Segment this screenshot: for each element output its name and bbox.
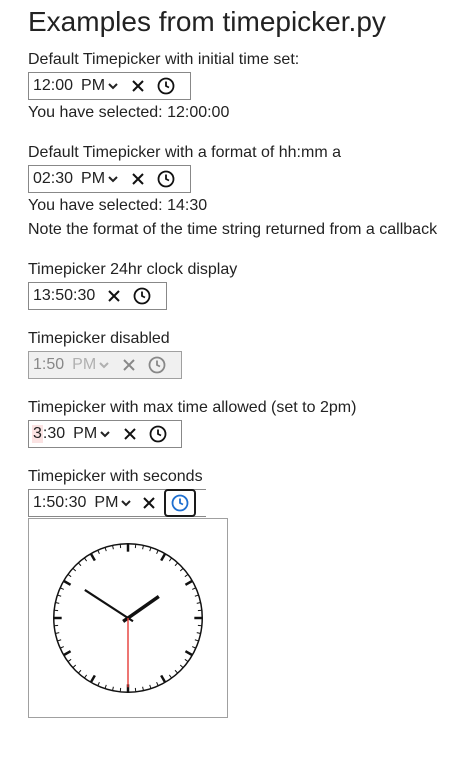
- ampm-value: PM: [81, 170, 106, 187]
- clock-button[interactable]: [153, 74, 179, 98]
- clock-icon: [133, 287, 151, 305]
- hour-segment[interactable]: 12: [33, 77, 51, 95]
- clear-button[interactable]: [125, 74, 151, 98]
- minute-tick: [55, 632, 60, 634]
- hour-segment[interactable]: 1: [33, 494, 42, 512]
- example-label-max-time: Timepicker with max time allowed (set to…: [28, 399, 357, 416]
- ampm-select[interactable]: PM: [81, 77, 119, 95]
- selected-value-text: You have selected: 12:00:00: [28, 104, 230, 121]
- format-note-text: Note the format of the time string retur…: [28, 221, 438, 238]
- page-title: Examples from timepicker.py: [28, 6, 386, 37]
- clock-icon: [157, 170, 175, 188]
- second-segment[interactable]: 30: [69, 494, 87, 512]
- minute-segment[interactable]: 30: [55, 170, 73, 188]
- timepicker-seconds[interactable]: 1 : 50 : 30 PM: [28, 489, 206, 517]
- ampm-value: PM: [81, 77, 106, 94]
- timepicker-initial-time[interactable]: 12 : 00 PM: [28, 72, 191, 100]
- second-segment[interactable]: 30: [78, 287, 96, 305]
- minute-tick: [55, 602, 60, 604]
- chevron-down-icon: [99, 362, 109, 369]
- minute-tick: [196, 632, 201, 634]
- example-label-initial-time: Default Timepicker with initial time set…: [28, 51, 300, 68]
- hour-segment[interactable]: 3: [32, 425, 43, 443]
- chevron-down-icon: [108, 176, 118, 183]
- hour-segment: 1: [33, 356, 42, 373]
- clock-icon: [172, 494, 189, 512]
- hour-segment[interactable]: 02: [33, 170, 51, 188]
- close-icon: [123, 359, 135, 371]
- analog-clock: [53, 543, 203, 693]
- clear-button[interactable]: [125, 167, 151, 191]
- timepicker-max-time[interactable]: 3 : 30 PM: [28, 420, 182, 448]
- ampm-select[interactable]: PM: [94, 494, 132, 512]
- clock-icon: [148, 356, 166, 374]
- clock-button[interactable]: [145, 422, 171, 446]
- chevron-down-icon: [108, 83, 118, 90]
- ampm-value: PM: [72, 356, 97, 373]
- clear-button[interactable]: [101, 284, 127, 308]
- ampm-value: PM: [94, 494, 119, 511]
- clock-button[interactable]: [153, 167, 179, 191]
- close-icon: [132, 173, 144, 185]
- close-icon: [124, 428, 136, 440]
- minute-segment[interactable]: 30: [47, 425, 65, 443]
- minute-segment: 50: [46, 356, 65, 373]
- minute-tick: [112, 545, 114, 550]
- clock-button: [144, 353, 170, 377]
- clock-button-active[interactable]: [164, 489, 197, 517]
- minute-tick: [196, 602, 201, 604]
- minute-tick: [142, 686, 144, 691]
- clear-button: [116, 353, 142, 377]
- hour-segment[interactable]: 13: [33, 287, 51, 305]
- close-icon: [143, 497, 156, 509]
- timepicker-format-hhmm[interactable]: 02 : 30 PM: [28, 165, 191, 193]
- ampm-value: PM: [73, 425, 98, 442]
- ampm-select[interactable]: PM: [73, 425, 111, 443]
- minute-tick: [142, 545, 144, 550]
- minute-segment[interactable]: 00: [55, 77, 73, 95]
- ampm-select: PM: [72, 356, 110, 374]
- analog-clock-panel: [28, 518, 228, 718]
- clock-icon: [157, 77, 175, 95]
- example-label-24hr: Timepicker 24hr clock display: [28, 261, 238, 278]
- minute-segment[interactable]: 50: [55, 287, 73, 305]
- timepicker-24hr[interactable]: 13 : 50 : 30: [28, 282, 167, 310]
- clock-button[interactable]: [129, 284, 155, 308]
- minute-tick: [112, 686, 114, 691]
- minute-segment[interactable]: 50: [46, 494, 64, 512]
- close-icon: [132, 80, 144, 92]
- selected-value-text: You have selected: 14:30: [28, 197, 208, 214]
- example-label-disabled: Timepicker disabled: [28, 330, 170, 347]
- clear-button[interactable]: [117, 422, 143, 446]
- chevron-down-icon: [121, 500, 132, 507]
- example-label-format: Default Timepicker with a format of hh:m…: [28, 144, 341, 161]
- chevron-down-icon: [100, 431, 110, 438]
- timepicker-disabled: 1 : 50 PM: [28, 351, 182, 379]
- ampm-select[interactable]: PM: [81, 170, 119, 188]
- close-icon: [108, 290, 121, 302]
- clock-icon: [149, 425, 167, 443]
- clear-button[interactable]: [136, 491, 162, 515]
- example-label-seconds: Timepicker with seconds: [28, 468, 203, 485]
